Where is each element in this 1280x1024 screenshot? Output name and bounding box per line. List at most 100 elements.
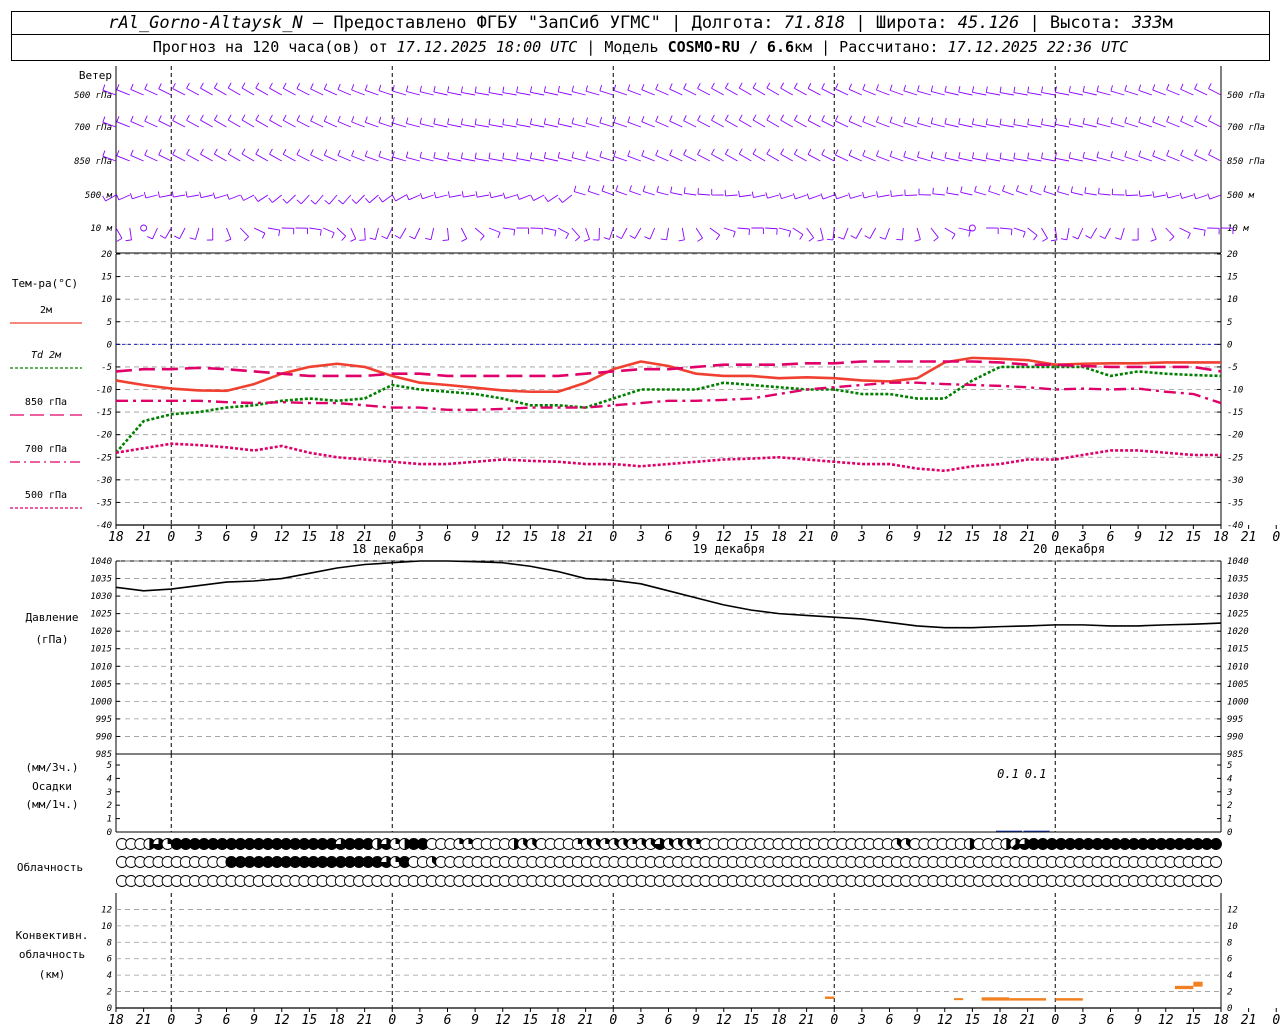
wind-barb	[310, 88, 324, 96]
wind-barb	[641, 121, 655, 128]
wind-barb	[490, 194, 503, 199]
wind-barb	[807, 154, 821, 162]
wind-barb	[502, 227, 515, 230]
wind-barb	[958, 157, 973, 162]
wind-barb-feather	[516, 193, 520, 200]
wind-barb-feather	[323, 149, 328, 156]
wind-barb	[835, 88, 849, 96]
wind-barb-feather	[460, 86, 463, 93]
wind-barb	[752, 87, 766, 96]
wind-barb	[144, 88, 158, 96]
wind-barb	[585, 122, 600, 128]
wind-barb	[129, 227, 132, 240]
wind-barb	[917, 90, 932, 96]
wind-barb	[944, 157, 959, 162]
wind-barb	[876, 121, 890, 128]
wind-barb-feather	[516, 118, 519, 125]
wind-barb	[118, 194, 130, 201]
wind-barb-feather	[571, 117, 574, 124]
wind-barb-feather	[944, 151, 947, 158]
wind-barb	[1043, 190, 1056, 196]
wind-barb-feather	[601, 185, 605, 192]
wind-barb-feather	[613, 150, 617, 157]
wind-barb-feather	[930, 85, 934, 92]
wind-barb-feather	[711, 114, 715, 121]
wind-barb	[1029, 190, 1042, 196]
wind-barb-feather	[678, 239, 685, 242]
wind-barb-feather	[502, 152, 505, 159]
wind-barb-feather	[766, 82, 771, 89]
temp-hour-label: 18	[108, 530, 124, 545]
wind-barb	[843, 227, 849, 240]
wind-barb	[350, 227, 357, 240]
temp-hour-label: 6	[1107, 530, 1115, 545]
wind-barb	[488, 92, 503, 96]
wind-barb	[917, 156, 932, 162]
wind-level-label-right: 700 гПа	[1227, 123, 1265, 133]
wind-barb	[1096, 91, 1111, 96]
wind-barb	[697, 120, 711, 128]
wind-barb-feather	[1152, 116, 1156, 123]
wind-barb	[152, 227, 158, 240]
wind-barb	[116, 155, 130, 162]
wind-barb-feather	[116, 238, 123, 242]
wind-barb-feather	[405, 85, 409, 92]
wind-barb	[641, 155, 655, 162]
wind-barb-feather	[338, 199, 344, 205]
wind-barb-feather	[1096, 151, 1099, 158]
precip-tick-label-left: 4	[107, 774, 112, 784]
wind-barb	[386, 227, 393, 239]
wind-barb	[1110, 90, 1125, 96]
wind-barb	[1194, 120, 1208, 128]
temp-hour-label: 6	[444, 530, 452, 545]
conv-hour-label: 6	[444, 1013, 452, 1024]
wind-barb-feather	[1042, 237, 1048, 242]
wind-barb	[460, 227, 468, 239]
wind-barb-feather	[889, 84, 893, 91]
wind-barb-feather	[1029, 185, 1033, 192]
wind-barb	[419, 157, 434, 162]
wind-barb	[1055, 123, 1070, 128]
temp-tick-label-right: 10	[1227, 295, 1238, 305]
wind-barb	[613, 90, 628, 96]
wind-barb-feather	[461, 191, 464, 198]
wind-barb	[697, 154, 711, 162]
wind-barb-feather	[793, 82, 798, 89]
wind-barb	[296, 88, 310, 96]
conv-hour-label: 21	[1020, 1013, 1036, 1024]
wind-barb	[891, 194, 904, 197]
wind-barb-feather	[1208, 115, 1212, 121]
temp-hour-label: 3	[857, 530, 866, 545]
wind-barb-feather	[780, 148, 784, 155]
wind-barb-feather	[1027, 118, 1030, 125]
wind-barb	[1179, 227, 1191, 234]
wind-barb-feather	[752, 114, 757, 121]
wind-barb-feather	[516, 152, 519, 159]
temp-hour-label: 15	[523, 530, 539, 545]
wind-barb-feather	[944, 85, 947, 92]
wind-barb-feather	[697, 237, 703, 242]
wind-barb	[666, 227, 669, 240]
wind-barb-feather	[369, 237, 376, 241]
wind-barb-feather	[212, 192, 216, 199]
conv-hour-label: 12	[937, 1013, 953, 1024]
temp-hour-label: 15	[302, 530, 318, 545]
wind-barb	[463, 194, 476, 198]
wind-barb	[519, 194, 531, 200]
wind-barb	[474, 227, 485, 237]
wind-barb-feather	[543, 118, 546, 125]
wind-barb-feather	[585, 117, 589, 124]
wind-barb-feather	[433, 152, 436, 159]
wind-barb-feather	[585, 85, 589, 92]
wind-barb	[544, 157, 559, 162]
press-tick-label-right: 1015	[1227, 645, 1249, 655]
wind-barb-feather	[200, 148, 204, 155]
wind-barb	[1069, 91, 1083, 96]
wind-barb-feather	[974, 185, 977, 192]
wind-barb-feather	[889, 150, 893, 157]
wind-barb-feather	[378, 196, 383, 203]
wind-barb	[862, 121, 876, 128]
wind-barb	[447, 91, 462, 96]
temp-hour-label: 0	[1272, 530, 1280, 545]
temp-tick-label-right: -20	[1227, 431, 1243, 441]
